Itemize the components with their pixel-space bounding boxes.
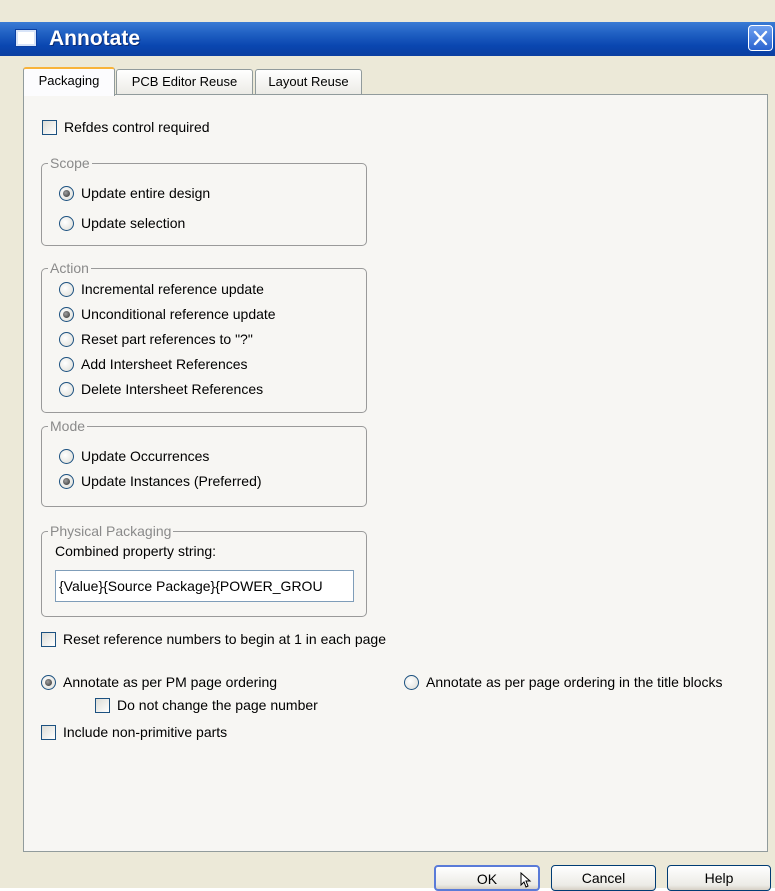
action-incremental-label: Incremental reference update: [81, 281, 264, 297]
mode-group: Mode Update Occurrences Update Instances…: [41, 418, 367, 507]
title-bar[interactable]: Annotate: [0, 22, 775, 56]
annotate-pm-ordering-radio[interactable]: [41, 675, 56, 690]
annotate-dialog: Annotate Packaging PCB Editor Reuse Layo…: [0, 0, 775, 891]
no-change-page-checkbox[interactable]: [95, 698, 110, 713]
scope-update-entire-label: Update entire design: [81, 185, 211, 201]
mode-update-instances-radio[interactable]: [59, 474, 74, 489]
window-title: Annotate: [49, 27, 140, 50]
annotate-title-blocks-radio[interactable]: [404, 675, 419, 690]
combined-property-input[interactable]: {Value}{Source Package}{POWER_GROU: [55, 570, 354, 602]
refdes-control-label: Refdes control required: [64, 119, 210, 135]
action-incremental-radio[interactable]: [59, 282, 74, 297]
tab-layout-reuse[interactable]: Layout Reuse: [255, 69, 362, 94]
mode-legend: Mode: [48, 418, 88, 434]
tab-packaging-label: Packaging: [38, 73, 100, 88]
help-button[interactable]: Help: [667, 865, 771, 891]
scope-update-selection-label: Update selection: [81, 215, 186, 231]
annotate-title-blocks-label: Annotate as per page ordering in the tit…: [426, 674, 723, 690]
mode-update-occurrences-radio[interactable]: [59, 449, 74, 464]
physical-packaging-group: Physical Packaging Combined property str…: [41, 523, 367, 617]
scope-legend: Scope: [48, 155, 92, 171]
reset-numbers-label: Reset reference numbers to begin at 1 in…: [63, 631, 386, 647]
mode-update-instances-label: Update Instances (Preferred): [81, 473, 262, 489]
include-nonprimitive-label: Include non-primitive parts: [63, 724, 228, 740]
reset-numbers-checkbox[interactable]: [41, 632, 56, 647]
window-icon: [16, 30, 36, 46]
close-icon: [753, 30, 768, 46]
refdes-control-checkbox[interactable]: [42, 120, 57, 135]
action-delete-intersheet-radio[interactable]: [59, 382, 74, 397]
no-change-page-label: Do not change the page number: [117, 697, 318, 713]
cancel-button[interactable]: Cancel: [551, 865, 656, 891]
scope-update-entire-radio[interactable]: [59, 186, 74, 201]
scope-group: Scope Update entire design Update select…: [41, 155, 367, 246]
tab-pcb-editor-reuse-label: PCB Editor Reuse: [131, 74, 238, 89]
action-group: Action Incremental reference update Unco…: [41, 260, 367, 413]
action-reset-label: Reset part references to "?": [81, 331, 253, 347]
scope-update-selection-radio[interactable]: [59, 216, 74, 231]
physical-packaging-legend: Physical Packaging: [48, 523, 174, 539]
packaging-panel: Refdes control required Scope Update ent…: [23, 94, 768, 852]
tab-packaging[interactable]: Packaging: [23, 67, 115, 96]
annotate-pm-ordering-label: Annotate as per PM page ordering: [63, 674, 278, 690]
action-unconditional-radio[interactable]: [59, 307, 74, 322]
tab-pcb-editor-reuse[interactable]: PCB Editor Reuse: [116, 69, 253, 94]
action-add-intersheet-radio[interactable]: [59, 357, 74, 372]
action-delete-intersheet-label: Delete Intersheet References: [81, 381, 264, 397]
mode-update-occurrences-label: Update Occurrences: [81, 448, 210, 464]
combined-property-label: Combined property string:: [55, 543, 217, 559]
tab-layout-reuse-label: Layout Reuse: [268, 74, 349, 89]
action-unconditional-label: Unconditional reference update: [81, 306, 276, 322]
action-legend: Action: [48, 260, 91, 276]
include-nonprimitive-checkbox[interactable]: [41, 725, 56, 740]
close-button[interactable]: [748, 25, 773, 51]
action-reset-radio[interactable]: [59, 332, 74, 347]
action-add-intersheet-label: Add Intersheet References: [81, 356, 248, 372]
mouse-cursor-icon: [520, 872, 532, 888]
